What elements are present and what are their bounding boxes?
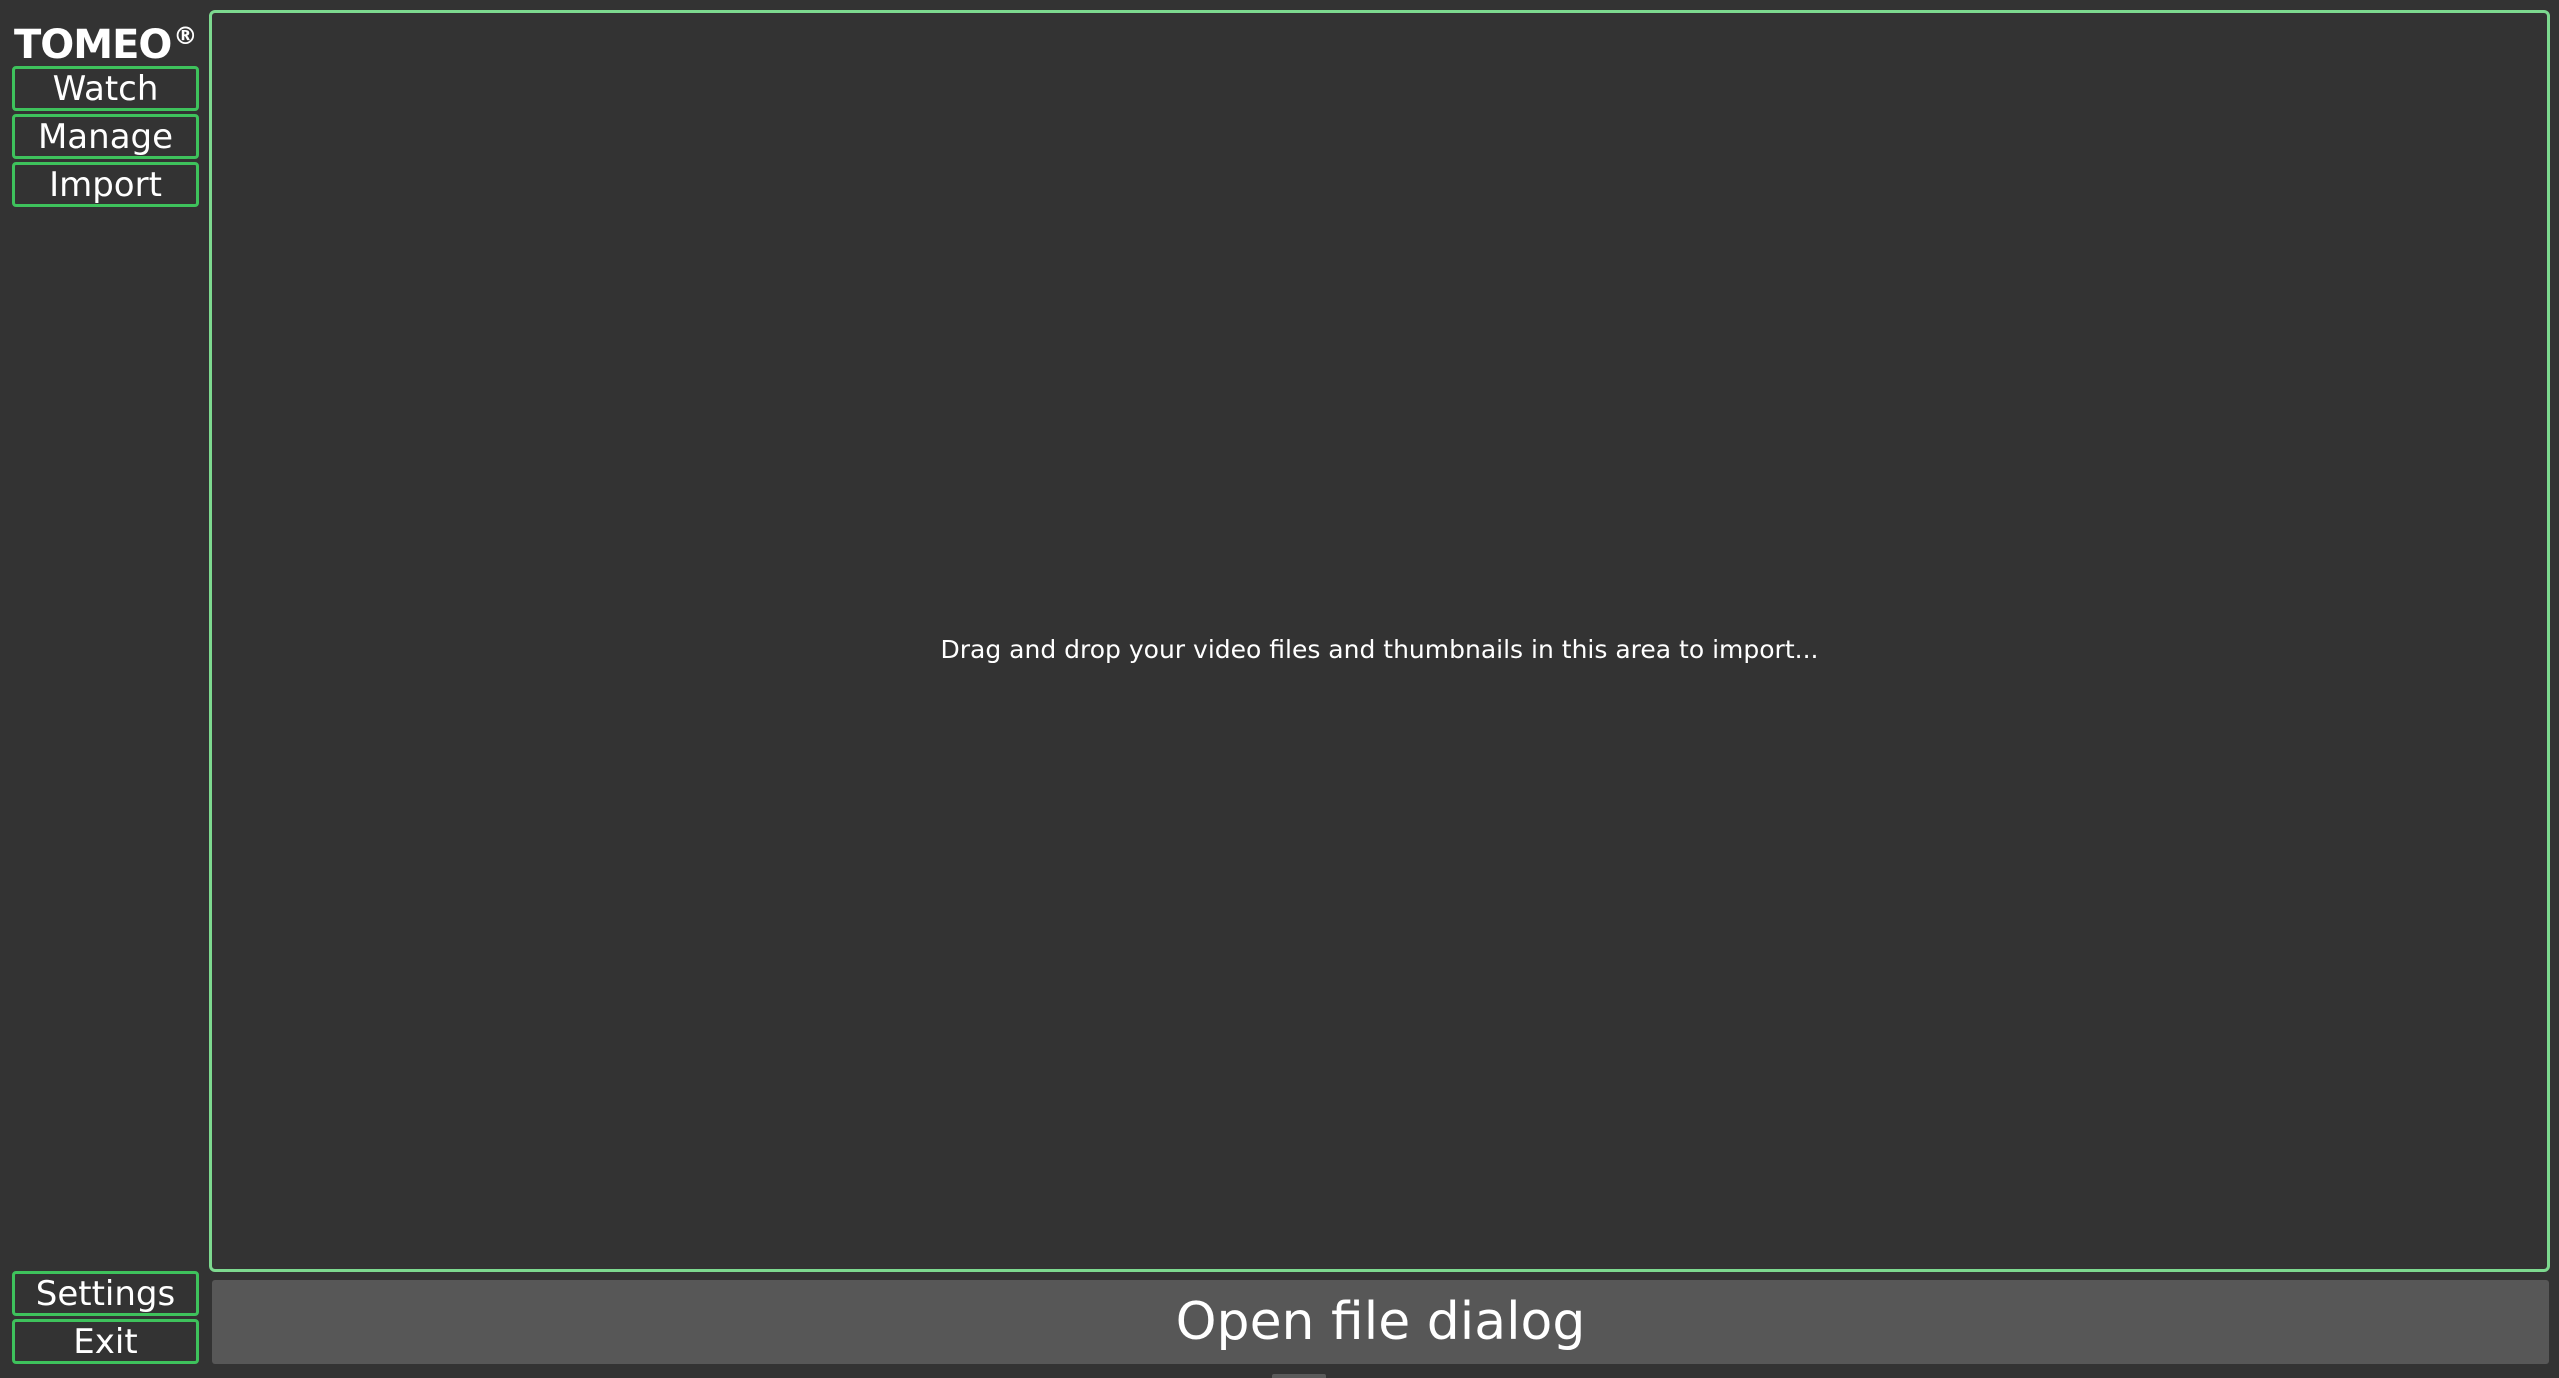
nav-manage-button[interactable]: Manage (12, 114, 199, 159)
registered-mark: ® (173, 22, 197, 50)
nav-watch-button[interactable]: Watch (12, 66, 199, 111)
app-logo: TOMEO® (14, 10, 199, 68)
logo-text: TOMEO (14, 22, 172, 68)
app-window: TOMEO® Watch Manage Import Settings Exit… (0, 0, 2559, 1378)
nav-import-button[interactable]: Import (12, 162, 199, 207)
nav-exit-button[interactable]: Exit (12, 1319, 199, 1364)
drop-zone[interactable]: Drag and drop your video files and thumb… (209, 10, 2550, 1272)
nav-settings-button[interactable]: Settings (12, 1271, 199, 1316)
bottom-handle (1272, 1374, 1326, 1378)
open-file-dialog-button[interactable]: Open file dialog (212, 1280, 2549, 1364)
drop-hint-text: Drag and drop your video files and thumb… (940, 635, 1819, 664)
